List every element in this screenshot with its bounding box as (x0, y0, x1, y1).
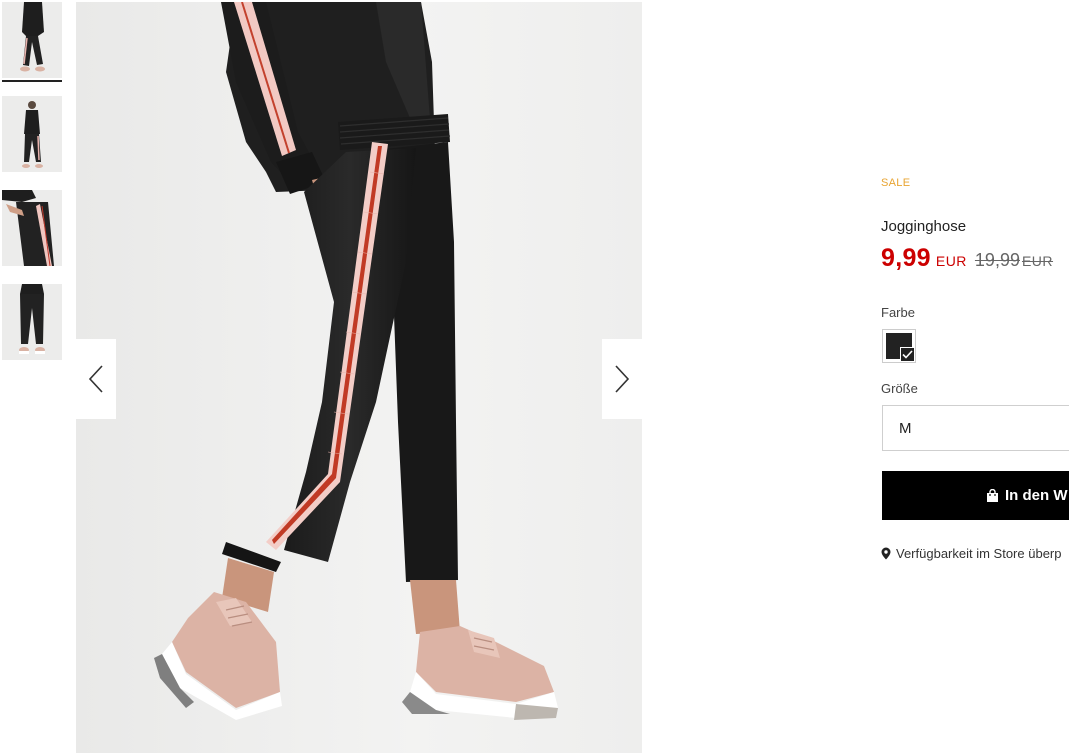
add-to-cart-button[interactable]: In den W (882, 471, 1069, 520)
size-selected-value: M (899, 420, 912, 437)
add-to-cart-content: In den W (986, 487, 1068, 504)
shopping-bag-icon (987, 488, 998, 502)
map-pin-icon (881, 547, 891, 560)
next-image-button[interactable] (602, 339, 642, 419)
product-info-panel: SALE Jogginghose 9,99 EUR 19,99 EUR Farbe G… (881, 0, 1069, 753)
active-thumbnail-indicator (2, 80, 62, 82)
color-swatch-black[interactable] (882, 329, 916, 363)
add-to-cart-label: In den W (1005, 487, 1068, 504)
chevron-left-icon (88, 365, 103, 393)
current-price-currency: EUR (935, 253, 967, 269)
size-select[interactable]: M (882, 405, 1069, 451)
thumbnail-2[interactable] (2, 96, 62, 172)
color-label: Farbe (881, 305, 915, 320)
current-price: 9,99 (881, 244, 931, 272)
main-product-image (76, 2, 642, 753)
product-page: SALE Jogginghose 9,99 EUR 19,99 EUR Farbe G… (0, 0, 1069, 753)
store-availability-label: Verfügbarkeit im Store überp (896, 546, 1062, 561)
price-row: 9,99 EUR 19,99 EUR (881, 244, 1053, 273)
sale-badge: SALE (881, 177, 911, 189)
chevron-right-icon (615, 365, 630, 393)
original-price-currency: EUR (1021, 253, 1054, 269)
size-label: Größe (881, 381, 918, 396)
thumbnail-1[interactable] (2, 2, 62, 78)
original-price: 19,99 (974, 250, 1020, 270)
previous-image-button[interactable] (76, 339, 116, 419)
product-photo (76, 2, 642, 753)
product-title: Jogginghose (881, 218, 967, 235)
checkmark-icon (900, 347, 915, 362)
thumbnail-4[interactable] (2, 284, 62, 360)
store-availability-link[interactable]: Verfügbarkeit im Store überp (881, 546, 1061, 561)
thumbnail-3[interactable] (2, 190, 62, 266)
